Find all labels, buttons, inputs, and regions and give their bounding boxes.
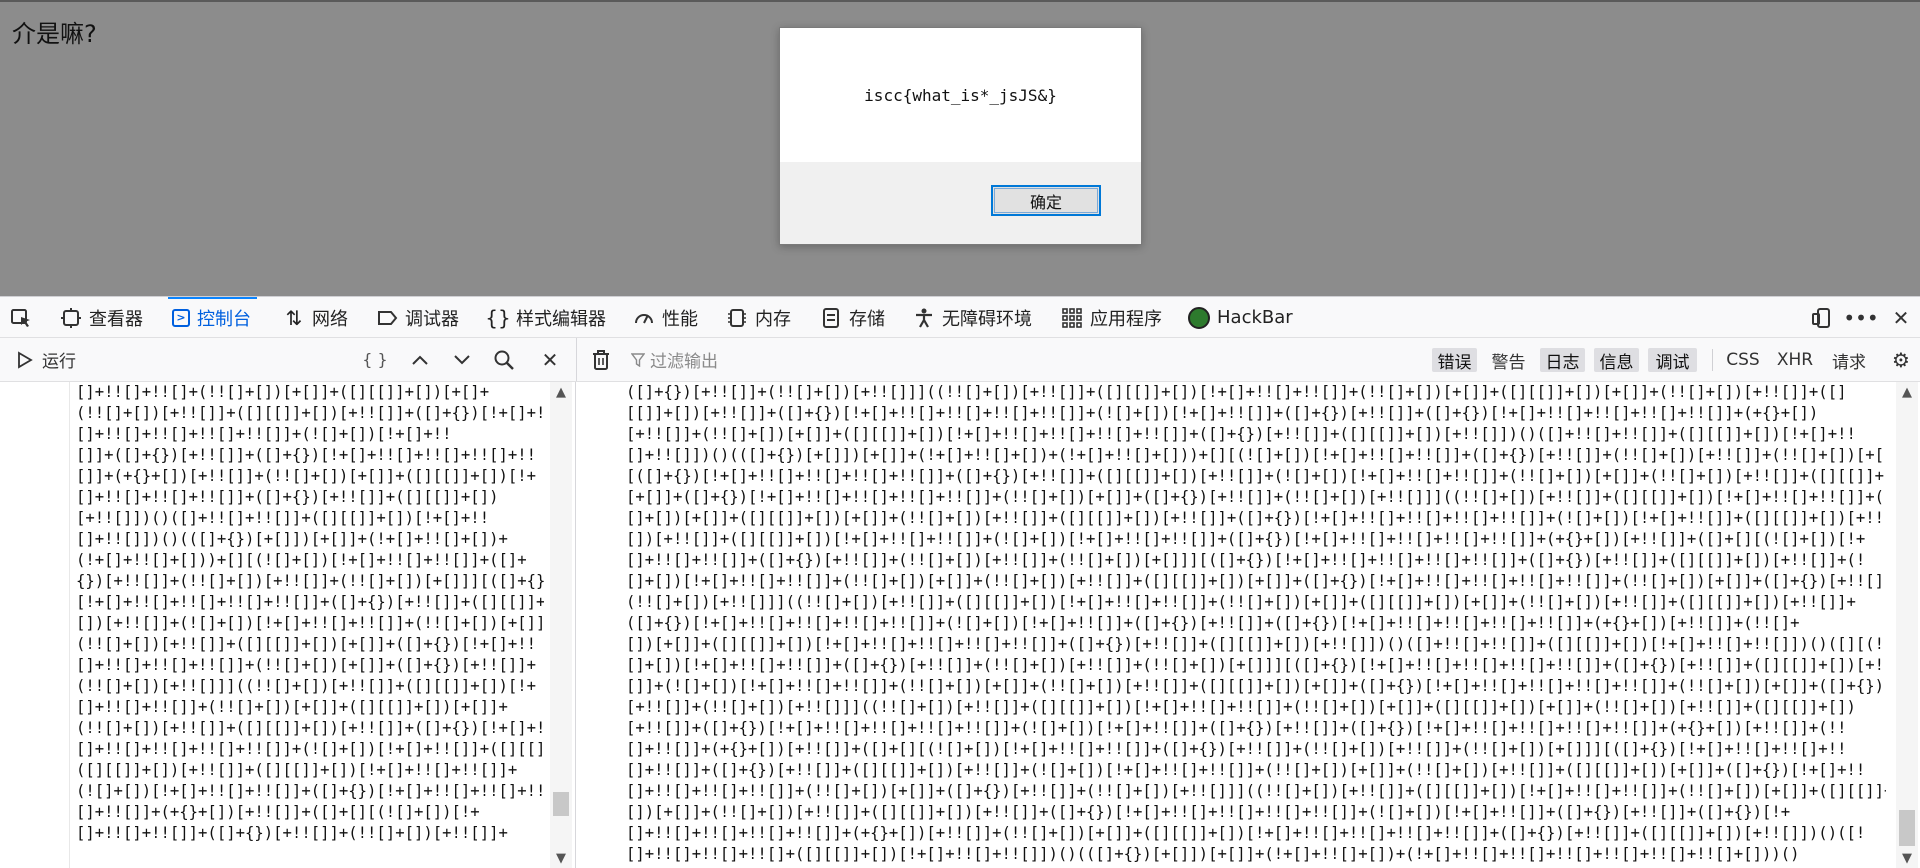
filter-errors-button[interactable]: 错误 bbox=[1432, 348, 1477, 373]
tab-application[interactable]: 应用程序 bbox=[1061, 297, 1162, 338]
alert-ok-button[interactable]: 确定 bbox=[991, 185, 1101, 216]
divider bbox=[576, 338, 577, 381]
filter-warnings-button[interactable]: 警告 bbox=[1486, 348, 1531, 373]
responsive-design-button[interactable] bbox=[1806, 297, 1836, 338]
tab-label: 内存 bbox=[755, 308, 791, 330]
network-icon: ⇅ bbox=[285, 305, 303, 330]
tab-label: 无障碍环境 bbox=[942, 308, 1032, 330]
filter-xhr-button[interactable]: XHR bbox=[1772, 348, 1818, 372]
memory-icon bbox=[726, 307, 748, 329]
scroll-down-arrow[interactable]: ▼ bbox=[550, 848, 572, 868]
output-message: ([]+{})[+!![]]+(!![]+[])[+!![]]]((!![]+[… bbox=[626, 383, 1886, 863]
alert-message: iscc{what_is*_jsJS&} bbox=[864, 86, 1057, 105]
tab-debugger[interactable]: 调试器 bbox=[376, 297, 459, 338]
close-icon: ✕ bbox=[1892, 305, 1910, 330]
accessibility-icon bbox=[913, 307, 935, 329]
hackbar-icon bbox=[1188, 306, 1210, 329]
storage-icon bbox=[820, 307, 842, 329]
console-settings-button[interactable]: ⚙ bbox=[1886, 338, 1916, 381]
inspector-icon bbox=[60, 307, 82, 329]
console-icon: > bbox=[172, 308, 190, 327]
page-heading: 介是嘛? bbox=[12, 20, 97, 48]
tab-storage[interactable]: 存储 bbox=[820, 297, 885, 338]
close-devtools-button[interactable]: ✕ bbox=[1886, 297, 1916, 338]
tab-performance[interactable]: 性能 bbox=[633, 297, 698, 338]
clear-console-button[interactable] bbox=[586, 338, 616, 381]
style-editor-icon: {} bbox=[485, 305, 511, 330]
close-editor-button[interactable]: ✕ bbox=[535, 338, 565, 381]
tab-label: 调试器 bbox=[405, 308, 459, 330]
scrollbar-thumb[interactable] bbox=[553, 792, 569, 816]
pretty-print-button[interactable]: { } bbox=[360, 338, 390, 381]
divider bbox=[1712, 349, 1713, 371]
tab-accessibility[interactable]: 无障碍环境 bbox=[913, 297, 1032, 338]
run-button[interactable]: 运行 bbox=[14, 338, 76, 381]
responsive-design-icon bbox=[1810, 307, 1832, 329]
browser-window: 介是嘛? iscc{what_is*_jsJS&} 确定 查看器 > 控制台 ⇅… bbox=[0, 0, 1920, 868]
more-options-icon: ••• bbox=[1843, 305, 1879, 330]
output-scrollbar[interactable]: ▲ ▼ bbox=[1896, 382, 1918, 868]
scroll-down-arrow[interactable]: ▼ bbox=[1896, 848, 1918, 868]
scroll-up-arrow[interactable]: ▲ bbox=[550, 382, 572, 402]
search-icon bbox=[493, 349, 515, 371]
alert-body: iscc{what_is*_jsJS&} bbox=[780, 28, 1141, 162]
element-picker-button[interactable] bbox=[10, 297, 32, 338]
filter-icon bbox=[630, 349, 646, 371]
filter-info-button[interactable]: 信息 bbox=[1594, 348, 1639, 373]
alert-dialog: iscc{what_is*_jsJS&} 确定 bbox=[779, 27, 1142, 245]
more-options-button[interactable]: ••• bbox=[1843, 297, 1879, 338]
chevron-down-icon bbox=[451, 349, 473, 371]
filter-requests-button[interactable]: 请求 bbox=[1826, 348, 1872, 373]
tab-label: 查看器 bbox=[89, 308, 143, 330]
history-down-button[interactable] bbox=[447, 338, 477, 381]
scrollbar-thumb[interactable] bbox=[1899, 810, 1915, 846]
tab-label: 应用程序 bbox=[1090, 308, 1162, 330]
filter-output-input[interactable]: 过滤输出 bbox=[630, 338, 718, 381]
tab-label: 性能 bbox=[662, 308, 698, 330]
tab-label: 网络 bbox=[312, 308, 348, 330]
filter-debug-button[interactable]: 调试 bbox=[1648, 348, 1697, 373]
tab-memory[interactable]: 内存 bbox=[726, 297, 791, 338]
element-picker-icon bbox=[10, 307, 32, 329]
application-icon bbox=[1061, 307, 1083, 329]
console-toolbar: 运行 { } ✕ 过滤输出 错误 警告 日志 信息 调试 CSS XHR 请求 … bbox=[0, 338, 1920, 382]
debugger-icon bbox=[376, 307, 398, 329]
editor-code[interactable]: []+!![]+!![]+(!![]+[])[+[]]+([][[]]+[])[… bbox=[76, 382, 544, 868]
performance-icon bbox=[633, 307, 655, 329]
filter-placeholder: 过滤输出 bbox=[650, 352, 718, 372]
tab-network[interactable]: ⇅ 网络 bbox=[283, 297, 348, 338]
tab-console[interactable]: > 控制台 bbox=[168, 297, 257, 338]
filter-css-button[interactable]: CSS bbox=[1722, 348, 1764, 372]
close-icon: ✕ bbox=[541, 347, 559, 372]
chevron-up-icon bbox=[409, 349, 431, 371]
history-up-button[interactable] bbox=[405, 338, 435, 381]
play-icon bbox=[14, 349, 36, 371]
devtools-toolbar: 查看器 > 控制台 ⇅ 网络 调试器 {} 样式编辑器 性能 内存 存储 无障碍… bbox=[0, 296, 1920, 338]
page-content: 介是嘛? iscc{what_is*_jsJS&} 确定 bbox=[0, 0, 1920, 296]
tab-label: 样式编辑器 bbox=[516, 308, 606, 330]
gear-icon: ⚙ bbox=[1892, 347, 1910, 372]
scroll-up-arrow[interactable]: ▲ bbox=[1896, 382, 1918, 402]
console-output: ([]+{})[+!![]]+(!![]+[])[+!![]]]((!![]+[… bbox=[576, 382, 1920, 868]
tab-label: HackBar bbox=[1217, 307, 1293, 328]
editor-scrollbar[interactable]: ▲ ▼ bbox=[550, 382, 572, 868]
trash-icon bbox=[590, 349, 612, 371]
tab-hackbar[interactable]: HackBar bbox=[1188, 297, 1293, 338]
filter-logs-button[interactable]: 日志 bbox=[1540, 348, 1585, 373]
run-label: 运行 bbox=[42, 352, 76, 372]
tab-inspector[interactable]: 查看器 bbox=[60, 297, 143, 338]
tab-label: 存储 bbox=[849, 308, 885, 330]
tab-label: 控制台 bbox=[197, 308, 251, 330]
console-editor[interactable]: []+!![]+!![]+(!![]+[])[+[]]+([][[]]+[])[… bbox=[0, 382, 576, 868]
tab-style-editor[interactable]: {} 样式编辑器 bbox=[485, 297, 606, 338]
reverse-search-button[interactable] bbox=[489, 338, 519, 381]
editor-gutter bbox=[0, 382, 70, 868]
